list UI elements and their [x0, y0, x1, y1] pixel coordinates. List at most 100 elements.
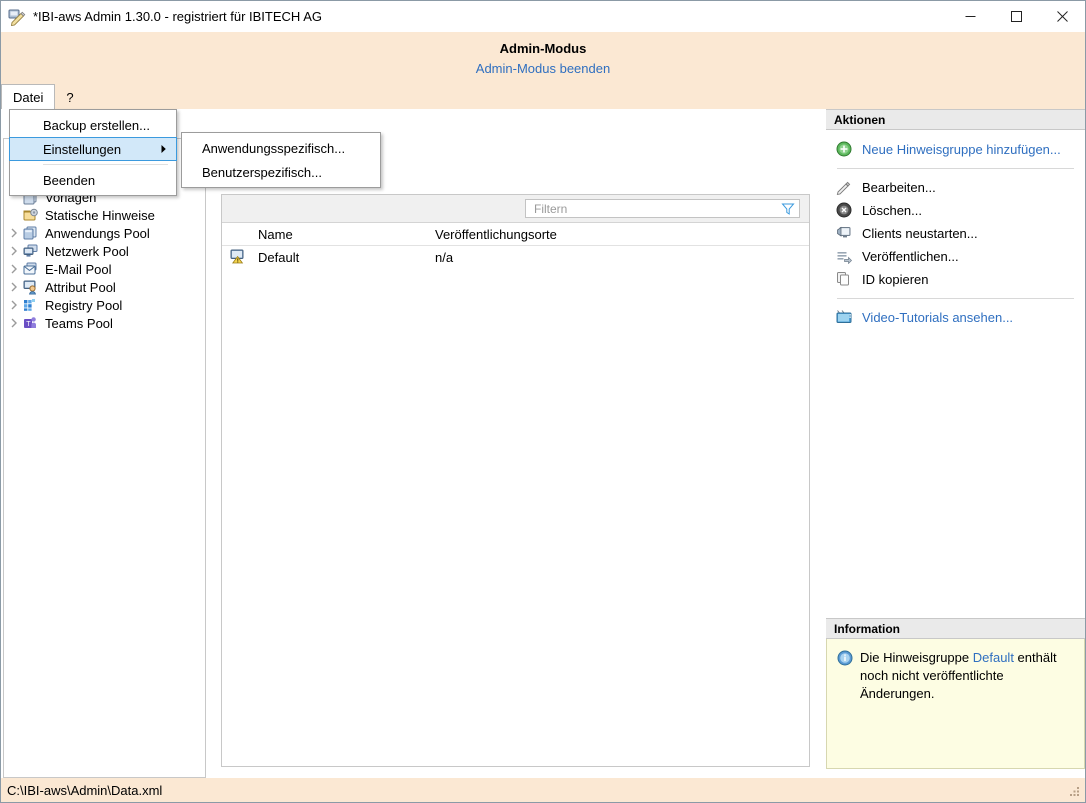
- tree-item-label: Anwendungs Pool: [45, 225, 150, 241]
- column-header-icon: [222, 223, 250, 246]
- window-controls: [947, 1, 1085, 32]
- table-row[interactable]: Default n/a: [222, 246, 809, 269]
- row-icon-cell: [222, 246, 250, 269]
- tree-item-label: Teams Pool: [45, 315, 113, 331]
- copy-icon: [836, 271, 854, 288]
- application-pool-icon: [22, 225, 40, 241]
- info-icon: [837, 650, 853, 666]
- filter-input[interactable]: [532, 199, 781, 218]
- action-add-notice-group[interactable]: Neue Hinweisgruppe hinzufügen...: [826, 138, 1085, 161]
- menu-item-benutzerspezifisch[interactable]: Benutzerspezifisch...: [182, 160, 380, 184]
- chevron-right-icon[interactable]: [6, 297, 22, 313]
- information-panel: Information Die Hinweisgruppe Default en…: [826, 618, 1085, 769]
- tree-item-label: Registry Pool: [45, 297, 123, 313]
- actions-panel-body: Neue Hinweisgruppe hinzufügen... Bearbei…: [826, 130, 1085, 329]
- tree-item-label: E-Mail Pool: [45, 261, 112, 277]
- tree-item-label: Netzwerk Pool: [45, 243, 129, 259]
- email-pool-icon: [22, 261, 40, 277]
- resize-grip-icon[interactable]: [1067, 784, 1081, 798]
- video-tv-icon: [836, 309, 854, 326]
- funnel-icon[interactable]: [781, 202, 795, 216]
- chevron-right-icon[interactable]: [6, 315, 22, 331]
- action-label: ID kopieren: [862, 272, 929, 287]
- menu-help[interactable]: ?: [55, 85, 84, 109]
- menu-item-backup-erstellen[interactable]: Backup erstellen...: [10, 113, 176, 137]
- action-restart-clients[interactable]: Clients neustarten...: [826, 222, 1085, 245]
- static-notes-icon: [22, 207, 40, 223]
- menu-item-beenden[interactable]: Beenden: [10, 168, 176, 192]
- app-pencil-icon: [8, 8, 26, 26]
- tree-item-label: Statische Hinweise: [45, 207, 155, 223]
- tree-item-statische-hinweise[interactable]: Statische Hinweise: [4, 206, 205, 224]
- right-rail: Aktionen Neue Hinweisgruppe hinzufügen..…: [826, 109, 1085, 778]
- info-default-link[interactable]: Default: [973, 650, 1014, 665]
- notice-groups-table: Name Veröffentlichungsorte Default n/a: [222, 223, 809, 268]
- status-bar: C:\IBI-aws\Admin\Data.xml: [1, 778, 1085, 802]
- application-window: *IBI-aws Admin 1.30.0 - registriert für …: [0, 0, 1086, 803]
- main-body: Vorlagen Statische Hinweise Anwendungs P…: [1, 109, 1085, 778]
- column-header-name[interactable]: Name: [250, 223, 435, 246]
- delete-circle-icon: [836, 202, 854, 219]
- chevron-right-icon[interactable]: [6, 225, 22, 241]
- action-label: Löschen...: [862, 203, 922, 218]
- action-edit[interactable]: Bearbeiten...: [826, 176, 1085, 199]
- filter-bar: [222, 195, 809, 223]
- menu-bar: Datei ?: [1, 84, 1085, 109]
- table-header-row: Name Veröffentlichungsorte: [222, 223, 809, 246]
- action-label: Bearbeiten...: [862, 180, 936, 195]
- action-publish[interactable]: Veröffentlichen...: [826, 245, 1085, 268]
- content-panel: Hinweisgruppen: [210, 111, 822, 778]
- action-label: Neue Hinweisgruppe hinzufügen...: [862, 142, 1061, 157]
- menu-separator: [43, 164, 168, 165]
- chevron-right-icon[interactable]: [6, 261, 22, 277]
- tree-item-attribut-pool[interactable]: Attribut Pool: [4, 278, 205, 296]
- publish-icon: [836, 248, 854, 265]
- tree-item-teams-pool[interactable]: T Teams Pool: [4, 314, 205, 332]
- actions-separator: [837, 168, 1074, 169]
- action-video-tutorials[interactable]: Video-Tutorials ansehen...: [826, 306, 1085, 329]
- restart-clients-icon: [836, 225, 854, 242]
- tree-item-anwendungs-pool[interactable]: Anwendungs Pool: [4, 224, 205, 242]
- tree-expander-placeholder: [6, 207, 22, 223]
- chevron-right-icon[interactable]: [6, 279, 22, 295]
- admin-mode-banner: Admin-Modus Admin-Modus beenden: [1, 32, 1085, 85]
- tree-item-netzwerk-pool[interactable]: Netzwerk Pool: [4, 242, 205, 260]
- close-button[interactable]: [1039, 1, 1085, 32]
- add-circle-icon: [836, 141, 854, 158]
- tree-item-email-pool[interactable]: E-Mail Pool: [4, 260, 205, 278]
- notice-groups-box: Name Veröffentlichungsorte: [221, 194, 810, 767]
- cell-name: Default: [258, 249, 300, 265]
- submenu-arrow-icon: [160, 142, 167, 157]
- information-panel-header: Information: [826, 618, 1085, 639]
- action-delete[interactable]: Löschen...: [826, 199, 1085, 222]
- network-pool-icon: [22, 243, 40, 259]
- tree-item-registry-pool[interactable]: Registry Pool: [4, 296, 205, 314]
- column-header-publication-places[interactable]: Veröffentlichungsorte: [435, 223, 809, 246]
- maximize-button[interactable]: [993, 1, 1039, 32]
- action-label: Clients neustarten...: [862, 226, 978, 241]
- settings-submenu-popup[interactable]: Anwendungsspezifisch... Benutzerspezifis…: [181, 132, 381, 188]
- title-bar: *IBI-aws Admin 1.30.0 - registriert für …: [1, 1, 1085, 32]
- window-title: *IBI-aws Admin 1.30.0 - registriert für …: [33, 9, 322, 24]
- menu-datei[interactable]: Datei: [1, 84, 56, 109]
- chevron-right-icon[interactable]: [6, 243, 22, 259]
- minimize-button[interactable]: [947, 1, 993, 32]
- file-menu-popup[interactable]: Backup erstellen... Einstellungen Beende…: [9, 109, 177, 196]
- menu-item-einstellungen[interactable]: Einstellungen: [9, 137, 177, 161]
- attribute-pool-icon: [22, 279, 40, 295]
- tree-item-label: Attribut Pool: [45, 279, 116, 295]
- pencil-icon: [836, 179, 854, 196]
- registry-pool-icon: [22, 297, 40, 313]
- navigation-tree[interactable]: Vorlagen Statische Hinweise Anwendungs P…: [3, 138, 206, 778]
- svg-text:T: T: [26, 321, 31, 328]
- action-copy-id[interactable]: ID kopieren: [826, 268, 1085, 291]
- notice-group-warning-icon: [230, 249, 246, 267]
- information-text: Die Hinweisgruppe Default enthält noch n…: [860, 649, 1073, 703]
- status-path: C:\IBI-aws\Admin\Data.xml: [7, 782, 163, 798]
- action-label: Video-Tutorials ansehen...: [862, 310, 1014, 325]
- exit-admin-mode-link[interactable]: Admin-Modus beenden: [476, 61, 610, 76]
- actions-panel-header: Aktionen: [826, 109, 1085, 130]
- cell-publication-places: n/a: [435, 249, 454, 265]
- menu-item-anwendungsspezifisch[interactable]: Anwendungsspezifisch...: [182, 136, 380, 160]
- filter-input-wrapper[interactable]: [525, 199, 800, 218]
